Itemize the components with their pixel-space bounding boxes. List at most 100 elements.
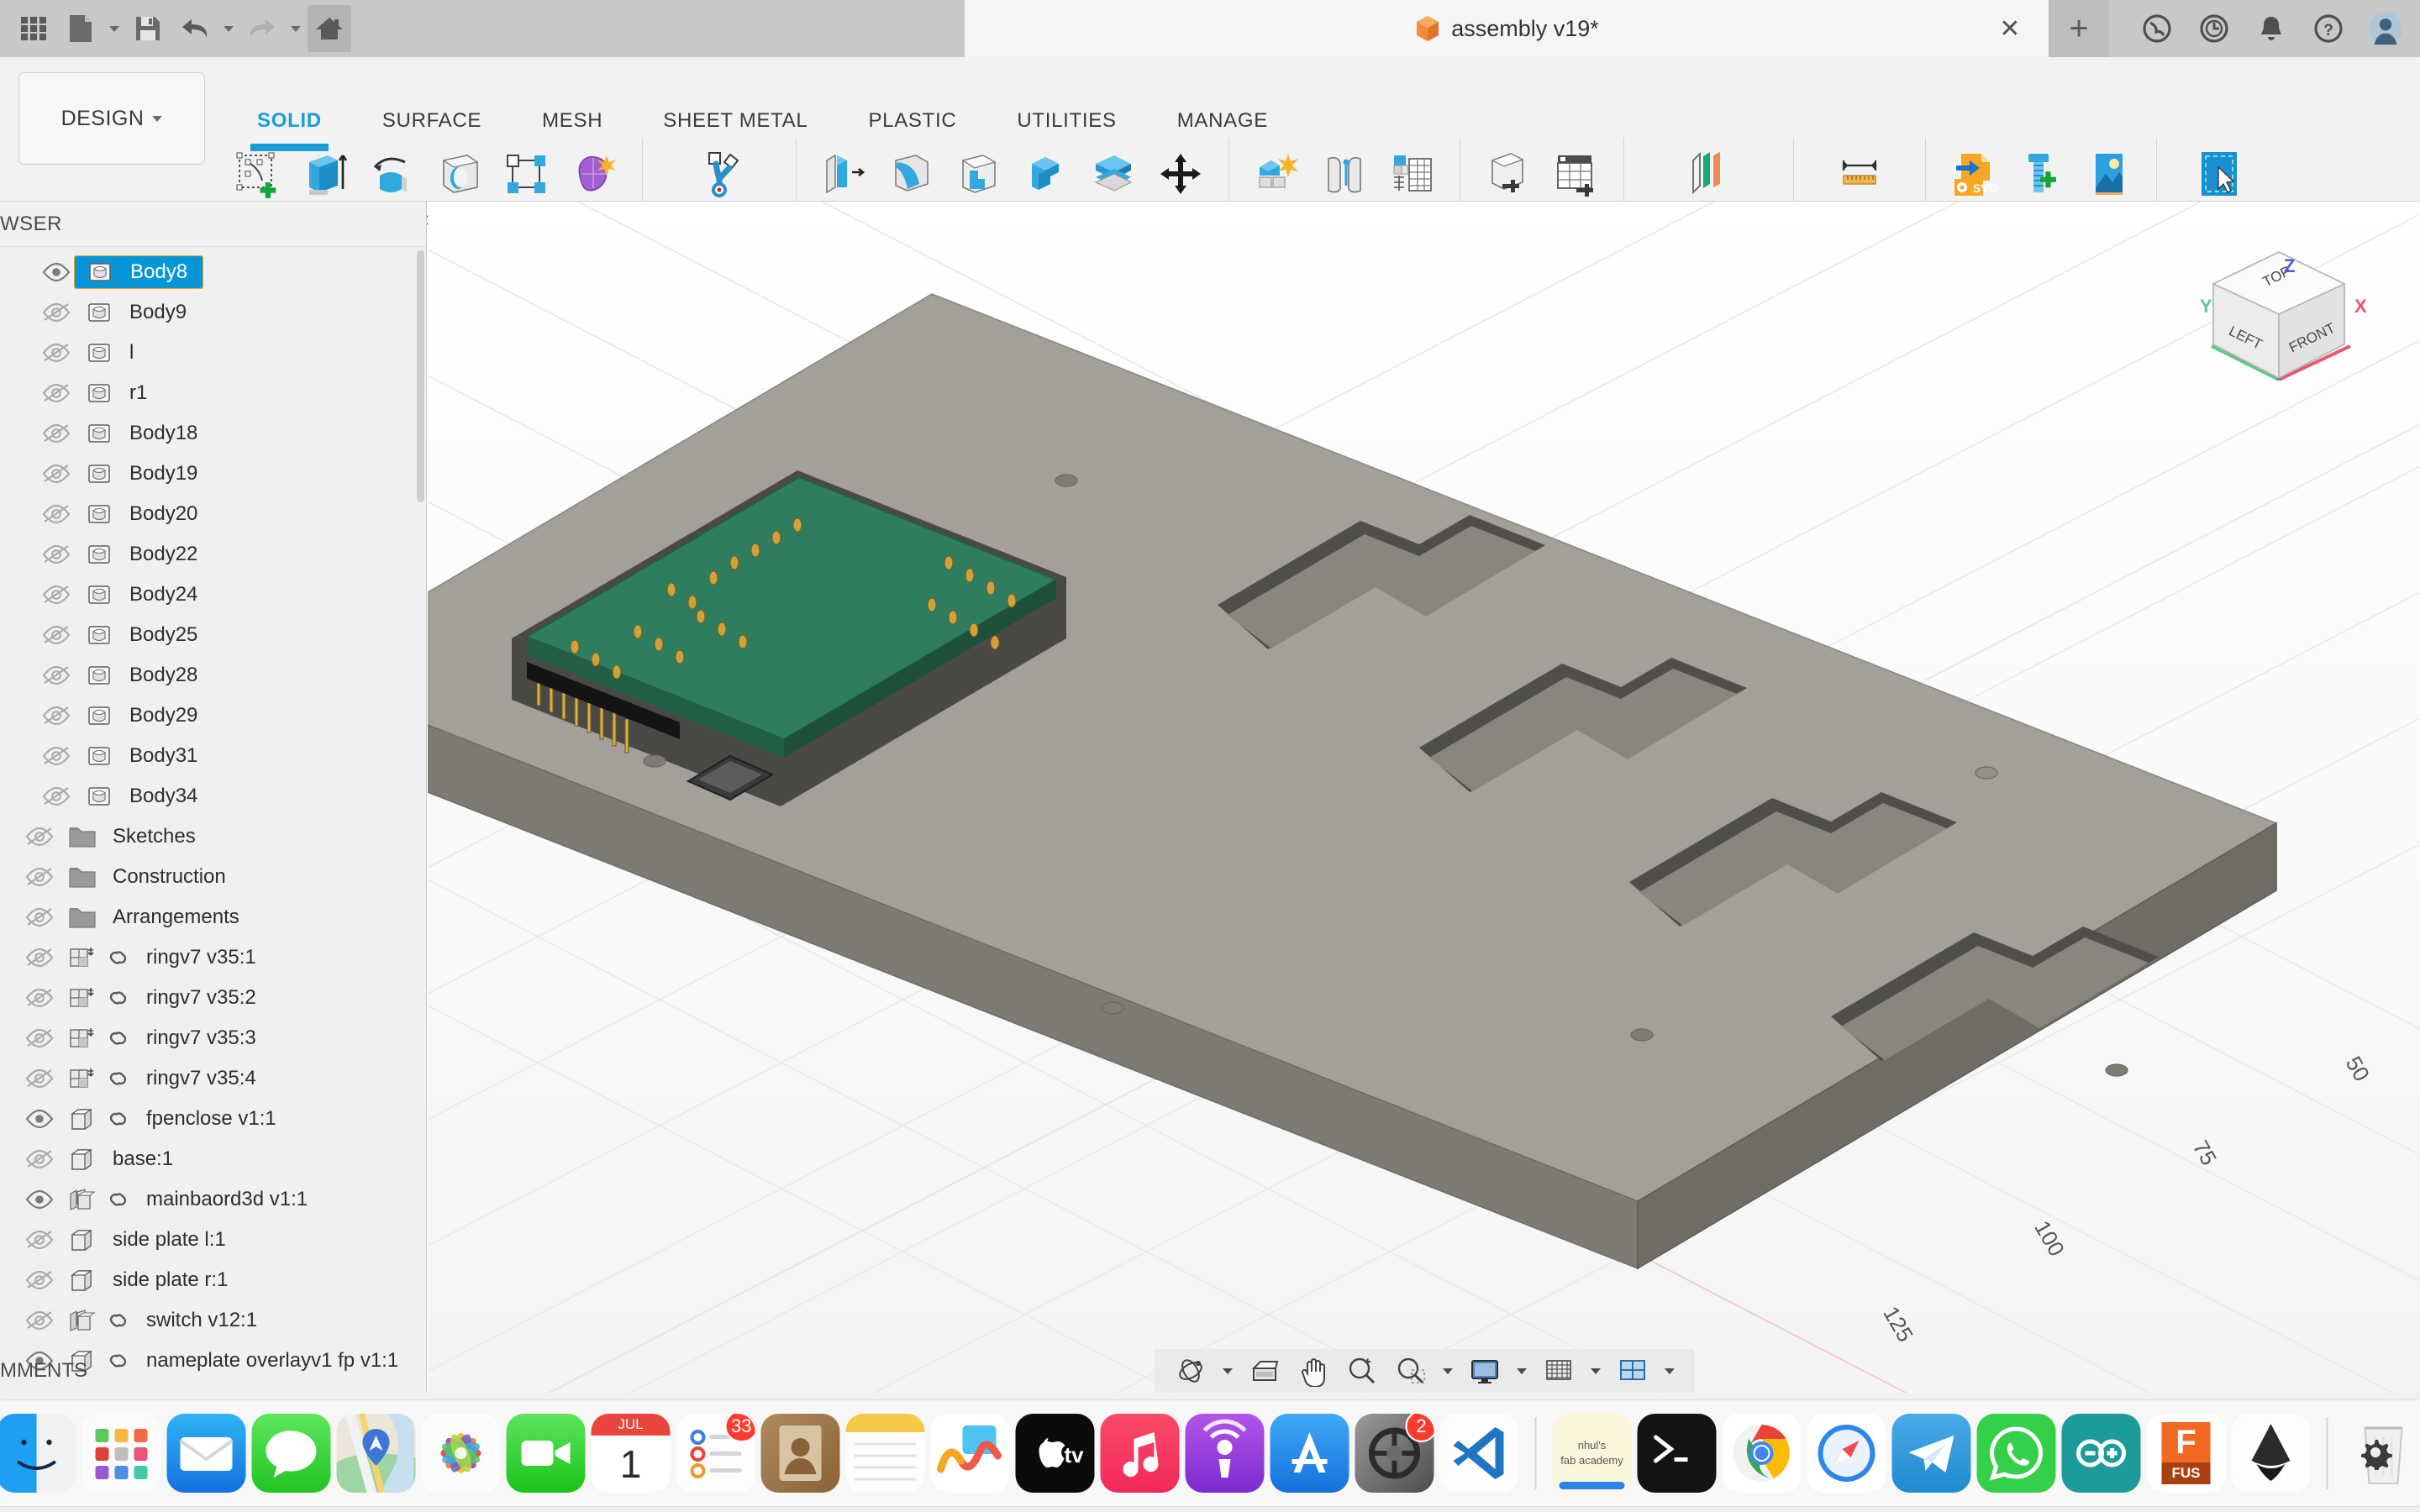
dock-item-reminders[interactable]: 33: [676, 1414, 755, 1493]
browser-item-body34[interactable]: Body34: [0, 776, 426, 816]
dock-item-mail[interactable]: [166, 1414, 246, 1493]
dock-item-appstore[interactable]: [1270, 1414, 1349, 1493]
browser-item-content[interactable]: Body19: [74, 456, 197, 491]
help-icon[interactable]: ?: [2311, 11, 2346, 46]
dock-item-messages[interactable]: [251, 1414, 331, 1493]
dock-item-facetime[interactable]: [506, 1414, 586, 1493]
browser-item-side-plate-l-1[interactable]: side plate l:1: [0, 1220, 426, 1260]
browser-item-content[interactable]: mainbaord3d v1:1: [57, 1182, 308, 1217]
dock-item-maps[interactable]: [336, 1414, 416, 1493]
display-settings-dropdown[interactable]: [1511, 1352, 1533, 1389]
visibility-eye-off-icon[interactable]: [39, 416, 74, 451]
orbit-dropdown[interactable]: [1217, 1352, 1239, 1389]
browser-item-body25[interactable]: Body25: [0, 615, 426, 655]
browser-item-content[interactable]: Body28: [74, 658, 197, 693]
browser-item-content[interactable]: l: [74, 335, 134, 370]
save-icon[interactable]: [126, 5, 170, 52]
browser-item-ringv7-v35-2[interactable]: ringv7 v35:2: [0, 978, 426, 1018]
browser-item-content[interactable]: side plate l:1: [57, 1222, 226, 1257]
browser-item-content[interactable]: Body29: [74, 698, 197, 733]
comments-panel-header[interactable]: MMENTS: [0, 1349, 427, 1393]
select-icon[interactable]: [2188, 141, 2250, 208]
grid-snaps-icon[interactable]: [1536, 1352, 1581, 1389]
browser-item-content[interactable]: ringv7 v35:4: [57, 1061, 256, 1096]
zoom-in-icon[interactable]: [1339, 1352, 1385, 1389]
view-cube[interactable]: TOP LEFT FRONT Y X Z: [2178, 220, 2388, 396]
browser-item-content[interactable]: ringv7 v35:1: [57, 940, 256, 975]
browser-item-side-plate-r-1[interactable]: side plate r:1: [0, 1260, 426, 1300]
browser-item-body31[interactable]: Body31: [0, 736, 426, 776]
dock-item-systemsettings[interactable]: 2: [1355, 1414, 1434, 1493]
browser-item-r1[interactable]: r1: [0, 373, 426, 413]
visibility-eye-off-icon[interactable]: [22, 980, 57, 1016]
browser-item-content[interactable]: side plate r:1: [57, 1263, 228, 1298]
dock-item-safari[interactable]: [1807, 1414, 1886, 1493]
home-icon[interactable]: [308, 5, 351, 52]
offset-plane-icon[interactable]: [1678, 141, 1740, 208]
visibility-eye-off-icon[interactable]: [22, 819, 57, 854]
browser-item-content[interactable]: Body20: [74, 496, 197, 532]
browser-item-construction[interactable]: Construction: [0, 857, 426, 897]
dock-item-contacts[interactable]: [760, 1414, 840, 1493]
visibility-eye-off-icon[interactable]: [22, 1061, 57, 1096]
configuration-table-icon[interactable]: [1544, 141, 1607, 208]
dock-item-launchpad[interactable]: [82, 1414, 161, 1493]
browser-item-content[interactable]: Body25: [74, 617, 197, 653]
browser-item-ringv7-v35-3[interactable]: ringv7 v35:3: [0, 1018, 426, 1058]
browser-item-body28[interactable]: Body28: [0, 655, 426, 696]
browser-item-content[interactable]: ringv7 v35:2: [57, 980, 256, 1016]
dock-item-telegram[interactable]: [1891, 1414, 1971, 1493]
document-tab[interactable]: assembly v19* ✕: [965, 0, 2049, 57]
dock-item-fusion[interactable]: F FUS: [2146, 1414, 2226, 1493]
tab-utilities[interactable]: UTILITIES: [986, 109, 1146, 133]
visibility-eye-icon[interactable]: [22, 1101, 57, 1137]
browser-item-l[interactable]: l: [0, 333, 426, 373]
look-at-icon[interactable]: [1242, 1352, 1287, 1389]
split-body-icon[interactable]: [1082, 141, 1144, 208]
browser-item-content[interactable]: fpenclose v1:1: [57, 1101, 276, 1137]
browser-item-fpenclose-v1-1[interactable]: fpenclose v1:1: [0, 1099, 426, 1139]
measure-icon[interactable]: [1828, 141, 1891, 208]
shell-icon[interactable]: [948, 141, 1010, 208]
browser-item-content[interactable]: switch v12:1: [57, 1303, 257, 1338]
dock-item-appletv[interactable]: tv: [1015, 1414, 1095, 1493]
form-icon[interactable]: [563, 141, 625, 208]
dock-item-sticky-note[interactable]: nhul's fab academy: [1552, 1414, 1632, 1493]
browser-item-content[interactable]: ringv7 v35:3: [57, 1021, 256, 1056]
browser-item-base-1[interactable]: base:1: [0, 1139, 426, 1179]
visibility-eye-off-icon[interactable]: [39, 738, 74, 774]
insert-mcmaster-icon[interactable]: [2010, 141, 2072, 208]
dock-item-whatsapp[interactable]: [1976, 1414, 2056, 1493]
app-grid-icon[interactable]: [12, 5, 55, 52]
browser-item-mainbaord3d-v1-1[interactable]: mainbaord3d v1:1: [0, 1179, 426, 1220]
browser-item-content[interactable]: Body18: [74, 416, 197, 451]
browser-item-body22[interactable]: Body22: [0, 534, 426, 575]
browser-item-ringv7-v35-4[interactable]: ringv7 v35:4: [0, 1058, 426, 1099]
zoom-dropdown[interactable]: [1437, 1352, 1459, 1389]
sweep-icon[interactable]: [429, 141, 491, 208]
undo-dropdown[interactable]: [220, 5, 237, 52]
tab-mesh[interactable]: MESH: [512, 109, 633, 133]
undo-icon[interactable]: [173, 5, 217, 52]
redo-icon[interactable]: [240, 5, 284, 52]
browser-item-content[interactable]: Body8: [74, 255, 204, 289]
browser-item-body9[interactable]: Body9: [0, 292, 426, 333]
joint-icon[interactable]: [1313, 141, 1376, 208]
visibility-eye-off-icon[interactable]: [22, 940, 57, 975]
display-settings-icon[interactable]: [1462, 1352, 1507, 1389]
visibility-eye-off-icon[interactable]: [39, 617, 74, 653]
dock-item-finder[interactable]: [0, 1414, 76, 1493]
notifications-bell-icon[interactable]: [2254, 11, 2289, 46]
dock-item-notes[interactable]: [845, 1414, 925, 1493]
browser-item-content[interactable]: Body24: [74, 577, 197, 612]
visibility-eye-off-icon[interactable]: [22, 859, 57, 895]
insert-svg-icon[interactable]: SVG: [1943, 141, 2005, 208]
dock-item-calendar[interactable]: JUL 1: [591, 1414, 671, 1493]
browser-item-arrangements[interactable]: Arrangements: [0, 897, 426, 937]
close-tab-button[interactable]: ✕: [1996, 15, 2023, 43]
new-tab-button[interactable]: +: [2049, 0, 2109, 57]
visibility-eye-off-icon[interactable]: [22, 1142, 57, 1177]
visibility-eye-off-icon[interactable]: [39, 375, 74, 411]
browser-item-ringv7-v35-1[interactable]: ringv7 v35:1: [0, 937, 426, 978]
pattern-icon[interactable]: [496, 141, 558, 208]
